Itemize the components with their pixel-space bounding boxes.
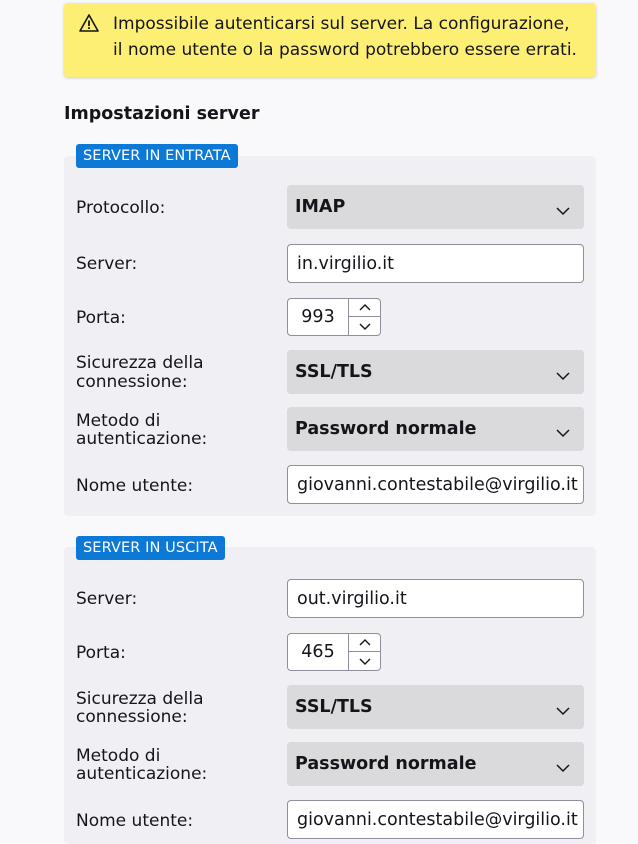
- outgoing-security-label-1: Sicurezza della: [76, 689, 204, 709]
- incoming-auth-label-2: autenticazione:: [76, 429, 208, 449]
- incoming-security-label-2: connessione:: [76, 372, 188, 392]
- stepper-arrows: [348, 299, 381, 335]
- outgoing-server-label: Server:: [76, 589, 138, 609]
- protocol-select[interactable]: IMAP: [287, 185, 584, 229]
- incoming-username-label: Nome utente:: [76, 476, 194, 496]
- outgoing-username-input[interactable]: giovanni.contestabile@virgilio.it: [287, 800, 584, 839]
- incoming-security-value: SSL/TLS: [295, 362, 373, 382]
- chevron-down-icon: [556, 701, 570, 716]
- outgoing-auth-select[interactable]: Password normale: [287, 742, 584, 786]
- incoming-legend: SERVER IN ENTRATA: [76, 144, 238, 168]
- incoming-username-value: giovanni.contestabile@virgilio.it: [297, 475, 578, 495]
- warning-icon: [79, 13, 99, 33]
- outgoing-auth-value: Password normale: [295, 754, 477, 774]
- outgoing-security-select[interactable]: SSL/TLS: [287, 685, 584, 729]
- auth-error-notice: Impossibile autenticarsi sul server. La …: [64, 3, 596, 77]
- stepper-arrows: [348, 634, 381, 670]
- incoming-server-input[interactable]: in.virgilio.it: [287, 244, 584, 283]
- decrement-icon[interactable]: [349, 652, 381, 670]
- incoming-auth-value: Password normale: [295, 419, 477, 439]
- outgoing-port-label: Porta:: [76, 643, 126, 663]
- chevron-down-icon: [556, 201, 570, 216]
- decrement-icon[interactable]: [349, 317, 381, 335]
- incoming-port-value: 993: [301, 307, 335, 327]
- incoming-auth-label-1: Metodo di: [76, 411, 161, 431]
- outgoing-security-label-2: connessione:: [76, 707, 188, 727]
- outgoing-port-stepper[interactable]: 465: [287, 633, 381, 671]
- incoming-username-input[interactable]: giovanni.contestabile@virgilio.it: [287, 465, 584, 504]
- incoming-port-stepper[interactable]: 993: [287, 298, 381, 336]
- chevron-down-icon: [556, 423, 570, 438]
- incoming-security-label-1: Sicurezza della: [76, 353, 204, 373]
- outgoing-auth-label-1: Metodo di: [76, 746, 161, 766]
- chevron-down-icon: [556, 758, 570, 773]
- outgoing-legend: SERVER IN USCITA: [76, 536, 225, 560]
- outgoing-username-label: Nome utente:: [76, 811, 194, 831]
- outgoing-server-input[interactable]: out.virgilio.it: [287, 579, 584, 618]
- incoming-server-label: Server:: [76, 254, 138, 274]
- outgoing-port-value: 465: [301, 642, 335, 662]
- notice-message: Impossibile autenticarsi sul server. La …: [113, 14, 577, 60]
- outgoing-security-value: SSL/TLS: [295, 697, 373, 717]
- outgoing-username-value: giovanni.contestabile@virgilio.it: [297, 810, 578, 830]
- outgoing-auth-label-2: autenticazione:: [76, 764, 208, 784]
- incoming-port-label: Porta:: [76, 308, 126, 328]
- section-title: Impostazioni server: [64, 104, 260, 124]
- incoming-auth-select[interactable]: Password normale: [287, 407, 584, 451]
- chevron-down-icon: [556, 366, 570, 381]
- outgoing-server-value: out.virgilio.it: [297, 589, 407, 609]
- incoming-server-value: in.virgilio.it: [297, 254, 395, 274]
- incoming-security-select[interactable]: SSL/TLS: [287, 350, 584, 394]
- protocol-value: IMAP: [295, 197, 346, 217]
- increment-icon[interactable]: [349, 299, 381, 317]
- protocol-label: Protocollo:: [76, 198, 166, 218]
- increment-icon[interactable]: [349, 634, 381, 652]
